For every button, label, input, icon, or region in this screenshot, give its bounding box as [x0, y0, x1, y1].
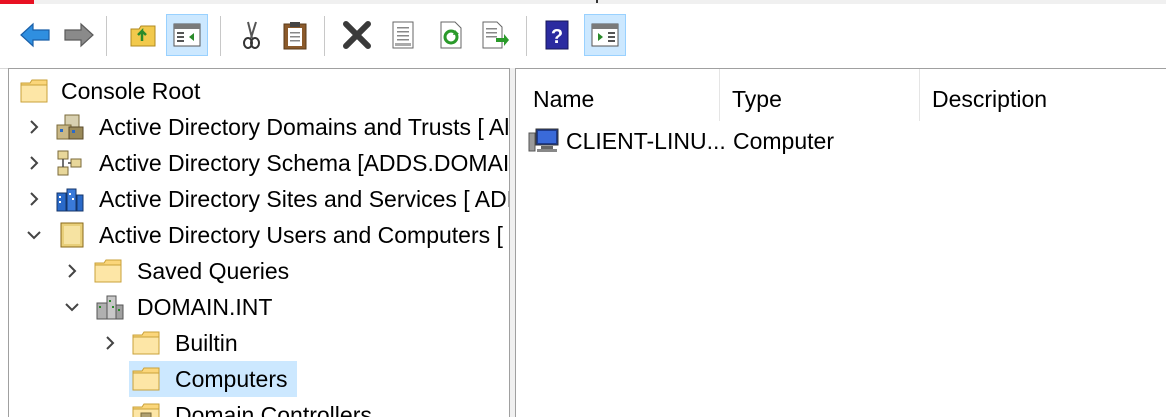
tree-node-label: Active Directory Schema [ADDS.DOMAIN	[99, 150, 510, 176]
column-divider[interactable]	[919, 69, 920, 121]
refresh-icon	[440, 21, 462, 49]
show-hide-action-pane-icon	[591, 23, 619, 47]
up-one-level-button[interactable]	[122, 14, 164, 56]
tree-node-users-computers[interactable]: Active Directory Users and Computers [	[9, 217, 509, 253]
tree-node-label: Builtin	[175, 330, 238, 356]
up-folder-icon	[130, 25, 156, 47]
tree-node-domains-trusts[interactable]: Active Directory Domains and Trusts [ Al	[9, 109, 509, 145]
cut-icon	[243, 21, 260, 49]
export-list-icon	[482, 21, 509, 49]
toolbar-separator	[106, 16, 107, 56]
tree-node-label: DOMAIN.INT	[137, 294, 273, 320]
ou-folder-icon	[132, 403, 160, 417]
column-divider[interactable]	[719, 69, 720, 121]
tree-node-saved-queries[interactable]: Saved Queries	[9, 253, 509, 289]
export-list-button[interactable]	[474, 14, 516, 56]
collapse-chevron-icon[interactable]	[61, 289, 83, 325]
title-text-fragment	[596, 0, 598, 3]
help-icon: ?	[545, 20, 569, 50]
toolbar-separator	[324, 16, 325, 56]
delete-button[interactable]	[336, 14, 378, 56]
tree-node-domain[interactable]: DOMAIN.INT	[9, 289, 509, 325]
console-tree: Console Root Active Directory Domains an…	[8, 68, 510, 417]
folder-icon	[132, 331, 160, 355]
cell-name: CLIENT-LINU...	[566, 128, 726, 154]
column-header-name[interactable]: Name	[533, 81, 713, 121]
schema-icon	[57, 150, 82, 176]
tree-node-console-root[interactable]: Console Root	[9, 73, 509, 109]
tree-node-label: Active Directory Domains and Trusts [ Al	[99, 114, 510, 140]
show-hide-action-pane-button[interactable]	[584, 14, 626, 56]
paste-icon	[283, 22, 307, 50]
expand-chevron-icon[interactable]	[99, 325, 121, 361]
show-hide-console-tree-button[interactable]	[166, 14, 208, 56]
expand-chevron-icon[interactable]	[23, 181, 45, 217]
forward-button[interactable]	[58, 14, 100, 56]
properties-button[interactable]	[382, 14, 424, 56]
tree-node-sites-services[interactable]: Active Directory Sites and Services [ AD…	[9, 181, 509, 217]
delete-icon	[343, 21, 371, 49]
svg-text:?: ?	[551, 26, 563, 48]
toolbar: ?	[0, 4, 1166, 69]
show-hide-console-tree-icon	[173, 23, 201, 47]
back-arrow-icon	[20, 22, 50, 48]
expand-chevron-icon[interactable]	[23, 145, 45, 181]
domain-icon	[96, 295, 124, 320]
sites-services-icon	[56, 188, 84, 212]
tree-node-label: Active Directory Sites and Services [ AD…	[99, 186, 510, 212]
domains-trusts-icon	[56, 114, 84, 140]
computer-icon	[528, 128, 559, 152]
column-header-description[interactable]: Description	[932, 81, 1152, 121]
users-computers-icon	[60, 222, 84, 248]
list-row[interactable]: CLIENT-LINU... Computer	[526, 123, 1156, 159]
tree-node-label: Saved Queries	[137, 258, 290, 284]
expand-chevron-icon[interactable]	[61, 253, 83, 289]
help-button[interactable]: ?	[536, 14, 578, 56]
toolbar-separator	[220, 16, 221, 56]
tree-node-builtin[interactable]: Builtin	[9, 325, 509, 361]
refresh-button[interactable]	[430, 14, 472, 56]
tree-node-label: Computers	[175, 366, 288, 392]
cut-button[interactable]	[230, 14, 272, 56]
folder-icon	[94, 259, 122, 283]
toolbar-separator	[526, 16, 527, 56]
tree-node-label: Domain Controllers	[175, 402, 372, 417]
paste-button[interactable]	[274, 14, 316, 56]
folder-icon	[20, 79, 48, 103]
expand-chevron-icon[interactable]	[23, 109, 45, 145]
tree-node-label: Active Directory Users and Computers [	[99, 222, 503, 248]
properties-icon	[392, 21, 414, 49]
forward-arrow-icon	[64, 22, 94, 48]
result-list: Name Type Description CLIENT-LINU... Com…	[515, 68, 1166, 417]
back-button[interactable]	[14, 14, 56, 56]
tree-node-schema[interactable]: Active Directory Schema [ADDS.DOMAIN	[9, 145, 509, 181]
tree-node-domain-controllers[interactable]: Domain Controllers	[9, 397, 509, 417]
folder-icon	[132, 367, 160, 391]
column-header-type[interactable]: Type	[732, 81, 912, 121]
tree-node-computers[interactable]: Computers	[9, 361, 509, 397]
tree-node-label: Console Root	[61, 78, 201, 104]
collapse-chevron-icon[interactable]	[23, 217, 45, 253]
cell-type: Computer	[733, 128, 834, 154]
